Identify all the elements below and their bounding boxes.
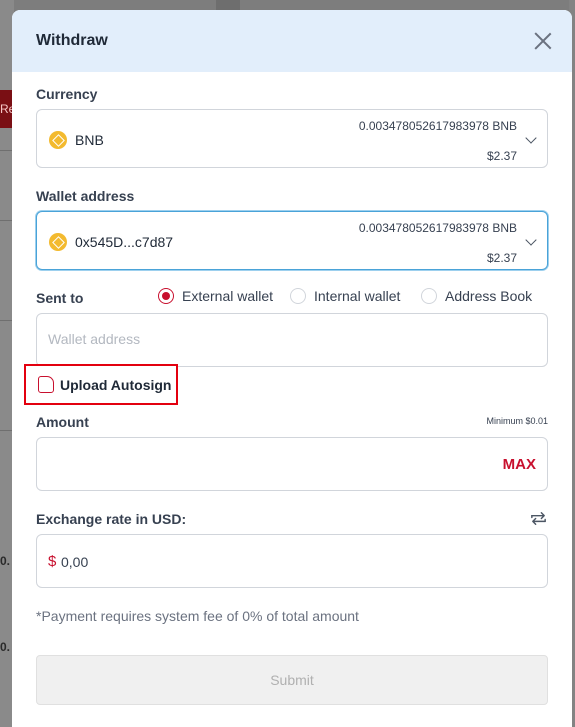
radio-button[interactable] bbox=[290, 288, 306, 304]
bnb-coin-icon bbox=[49, 131, 67, 149]
wallet-address-input-box bbox=[36, 313, 548, 367]
wallet-balance: 0.003478052617983978 BNB bbox=[358, 221, 517, 235]
radio-button[interactable] bbox=[421, 288, 437, 304]
wallet-usd-value: $2.37 bbox=[486, 251, 517, 265]
radio-external-wallet[interactable]: External wallet bbox=[158, 288, 273, 304]
exchange-rate-label: Exchange rate in USD: bbox=[36, 511, 187, 527]
radio-button[interactable] bbox=[158, 288, 174, 304]
exchange-rate-input[interactable]: $ 0,00 bbox=[36, 534, 548, 588]
upload-autosign-label: Upload Autosign bbox=[60, 376, 172, 393]
minimum-amount-note: Minimum $0.01 bbox=[486, 416, 548, 426]
wallet-address-name: 0x545D...c7d87 bbox=[75, 234, 174, 250]
chevron-down-icon bbox=[525, 234, 537, 246]
swap-icon[interactable] bbox=[529, 509, 548, 528]
radio-label: External wallet bbox=[182, 288, 274, 304]
sent-to-label: Sent to bbox=[36, 290, 84, 306]
max-button[interactable]: MAX bbox=[503, 456, 536, 473]
radio-address-book[interactable]: Address Book bbox=[421, 288, 532, 304]
submit-button[interactable]: Submit bbox=[36, 655, 548, 705]
withdraw-modal: Withdraw Currency BNB 0.0034780526179839… bbox=[12, 10, 572, 727]
currency-usd-value: $2.37 bbox=[486, 149, 517, 163]
amount-input[interactable]: MAX bbox=[36, 437, 548, 491]
upload-autosign-button[interactable]: Upload Autosign bbox=[24, 364, 178, 405]
modal-title: Withdraw bbox=[36, 32, 108, 49]
radio-label: Internal wallet bbox=[314, 288, 401, 304]
chevron-down-icon bbox=[525, 132, 537, 144]
radio-label: Address Book bbox=[445, 288, 533, 304]
currency-name: BNB bbox=[75, 132, 104, 148]
close-icon[interactable] bbox=[534, 32, 552, 50]
modal-header: Withdraw bbox=[12, 10, 572, 72]
currency-select[interactable]: BNB 0.003478052617983978 BNB $2.37 bbox=[36, 109, 548, 168]
fee-note: *Payment requires system fee of 0% of to… bbox=[36, 608, 359, 624]
file-icon bbox=[38, 376, 54, 393]
bnb-coin-icon bbox=[49, 233, 67, 251]
exchange-rate-value: 0,00 bbox=[61, 554, 89, 570]
wallet-address-select[interactable]: 0x545D...c7d87 0.003478052617983978 BNB … bbox=[36, 211, 548, 270]
currency-balance: 0.003478052617983978 BNB bbox=[358, 119, 517, 133]
background-top-fragment bbox=[216, 0, 240, 10]
sent-to-row: Sent to External wallet Internal wallet … bbox=[36, 288, 548, 308]
currency-label: Currency bbox=[36, 86, 98, 102]
amount-label: Amount bbox=[36, 414, 89, 430]
radio-internal-wallet[interactable]: Internal wallet bbox=[290, 288, 400, 304]
wallet-address-label: Wallet address bbox=[36, 188, 135, 204]
dollar-sign: $ bbox=[48, 553, 57, 570]
wallet-address-input[interactable] bbox=[48, 331, 528, 347]
